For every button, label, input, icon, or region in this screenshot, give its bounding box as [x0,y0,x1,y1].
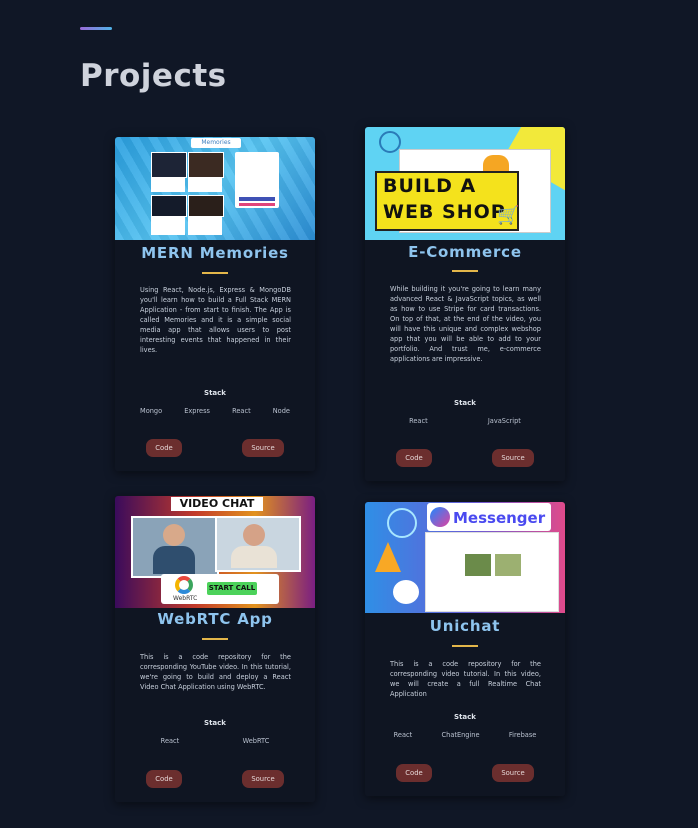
code-button[interactable]: Code [396,449,432,467]
thumb-start-call: START CALL [207,582,257,595]
code-button[interactable]: Code [396,764,432,782]
project-card-e-commerce: BUILD A WEB SHOP 🛒 E-Commerce While buil… [365,127,565,481]
code-button[interactable]: Code [146,770,182,788]
firebase-logo-icon [375,542,401,572]
project-thumbnail: VIDEO CHAT WebRTC START CALL [115,496,315,608]
section-accent-bar [80,27,112,30]
thumb-line2: WEB SHOP [383,201,506,223]
project-card-unichat: Messenger Unichat This is a code reposit… [365,502,565,796]
stack-item: ChatEngine [441,731,480,739]
webrtc-logo-icon [175,576,193,594]
thumb-banner: Messenger [453,509,546,527]
project-title: MERN Memories [141,244,289,262]
stack-item: Mongo [140,407,163,415]
react-logo-icon [387,508,417,538]
stack-label: Stack [454,399,476,407]
project-description: This is a code repository for the corres… [140,653,291,691]
react-logo-icon [379,131,401,153]
stack-label: Stack [454,713,476,721]
source-button[interactable]: Source [492,449,534,467]
title-underline [452,645,478,647]
project-card-webrtc-app: VIDEO CHAT WebRTC START CALL WebRTC App … [115,496,315,802]
stack-list: React JavaScript [365,417,565,425]
source-button[interactable]: Source [242,770,284,788]
cart-icon: 🛒 [497,205,520,226]
title-underline [452,270,478,272]
thumb-logo-text: WebRTC [173,595,198,602]
stack-item: React [160,737,180,745]
stack-item: React [232,407,251,415]
project-description: This is a code repository for the corres… [390,660,541,698]
project-card-mern-memories: Memories MERN Memories Using React, Node… [115,137,315,471]
thumb-line1: BUILD A [383,175,477,197]
chatengine-logo-icon [393,580,419,604]
project-title: WebRTC App [157,610,273,628]
source-button[interactable]: Source [242,439,284,457]
stack-label: Stack [204,389,226,397]
project-thumbnail: Messenger [365,502,565,613]
stack-item: JavaScript [487,417,521,425]
thumb-header: VIDEO CHAT [171,497,263,511]
code-button[interactable]: Code [146,439,182,457]
stack-item: Node [272,407,290,415]
stack-item: React [393,731,413,739]
project-thumbnail: Memories [115,137,315,240]
project-title: E-Commerce [408,243,522,261]
page-title: Projects [80,58,227,94]
title-underline [202,272,228,274]
project-description: While building it you're going to learn … [390,285,541,363]
project-thumbnail: BUILD A WEB SHOP 🛒 [365,127,565,240]
stack-item: Express [184,407,210,415]
stack-item: Firebase [508,731,537,739]
stack-list: React WebRTC [115,737,315,745]
stack-list: Mongo Express React Node [115,407,315,415]
source-button[interactable]: Source [492,764,534,782]
messenger-icon [430,507,450,527]
project-title: Unichat [429,617,501,635]
project-description: Using React, Node.js, Express & MongoDB … [140,286,291,354]
memories-banner: Memories [191,138,241,148]
stack-list: React ChatEngine Firebase [365,731,565,739]
stack-label: Stack [204,719,226,727]
stack-item: WebRTC [242,737,270,745]
stack-item: React [409,417,428,425]
title-underline [202,638,228,640]
